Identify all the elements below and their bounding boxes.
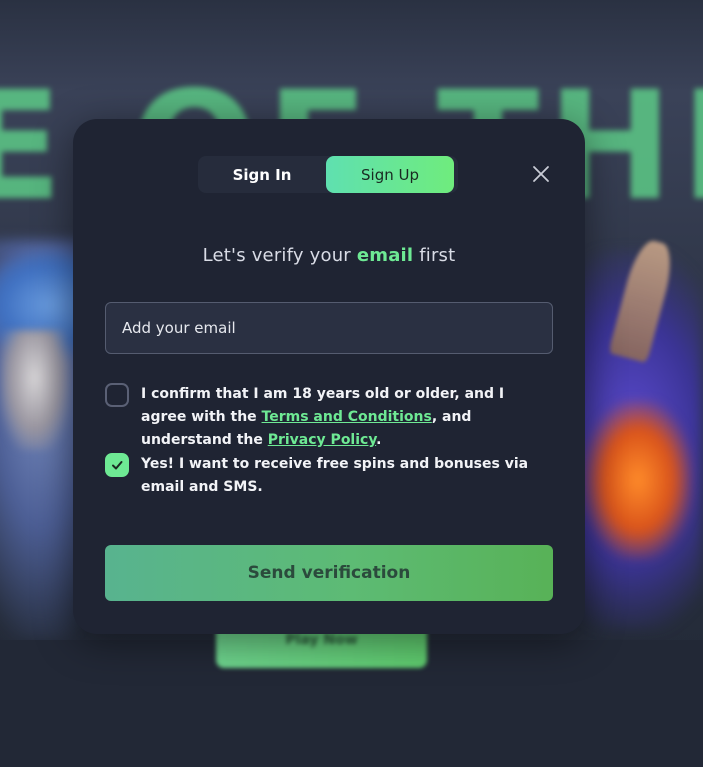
background-skull xyxy=(0,330,70,450)
marketing-opt-in-text: Yes! I want to receive free spins and bo… xyxy=(141,456,529,495)
close-icon xyxy=(533,166,549,182)
headline-suffix: first xyxy=(413,245,456,266)
tab-sign-in[interactable]: Sign In xyxy=(198,156,326,193)
checkmark-icon xyxy=(112,461,123,470)
marketing-opt-in-checkbox[interactable] xyxy=(105,453,129,477)
email-field[interactable] xyxy=(105,302,553,354)
send-verification-button[interactable]: Send verification xyxy=(105,545,553,601)
headline-prefix: Let's verify your xyxy=(202,245,357,266)
age-confirm-checkbox[interactable] xyxy=(105,383,129,407)
tab-sign-up[interactable]: Sign Up xyxy=(326,156,454,193)
age-confirm-text: I confirm that I am 18 years old or olde… xyxy=(141,383,551,452)
auth-tabs: Sign In Sign Up xyxy=(198,156,458,193)
headline-accent: email xyxy=(356,245,414,266)
age-confirm-row: I confirm that I am 18 years old or olde… xyxy=(105,383,551,452)
marketing-opt-in-row: Yes! I want to receive free spins and bo… xyxy=(105,453,551,499)
close-button[interactable] xyxy=(531,164,551,184)
age-confirm-text-after: . xyxy=(376,432,382,448)
signup-modal: Sign In Sign Up Let's verify your email … xyxy=(73,119,585,634)
terms-link[interactable]: Terms and Conditions xyxy=(262,409,432,425)
verify-headline: Let's verify your email first xyxy=(73,245,585,266)
background-fire xyxy=(583,400,693,560)
privacy-link[interactable]: Privacy Policy xyxy=(268,432,376,448)
